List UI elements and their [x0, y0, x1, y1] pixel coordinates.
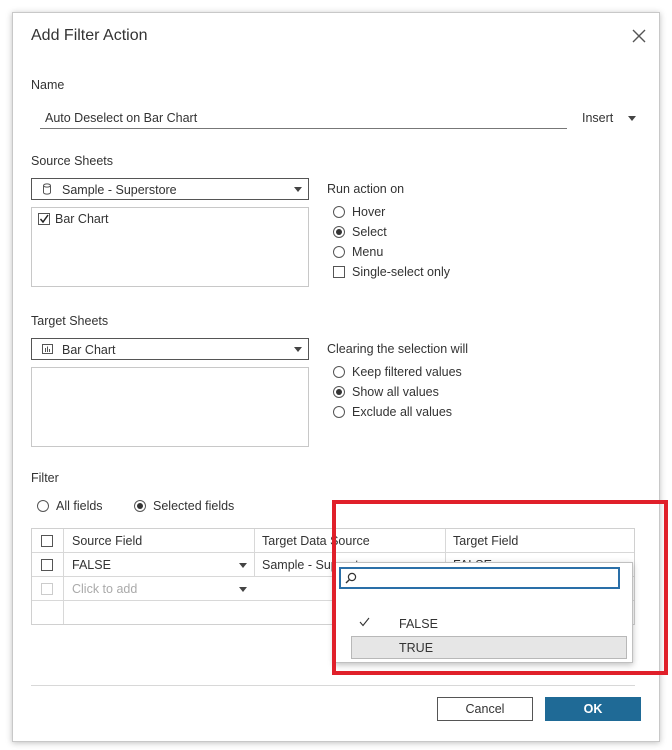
- checkmark-icon: [39, 214, 49, 224]
- all-fields-radio[interactable]: [37, 500, 49, 512]
- insert-chevron-down-icon[interactable]: [628, 116, 636, 121]
- row-checkbox[interactable]: [41, 559, 53, 571]
- source-sheets-label: Source Sheets: [31, 154, 113, 168]
- run-menu-label: Menu: [352, 245, 384, 259]
- show-all-label: Show all values: [352, 385, 439, 399]
- row-source-field[interactable]: FALSE: [72, 558, 111, 572]
- run-hover-label: Hover: [352, 205, 386, 219]
- insert-button[interactable]: Insert: [582, 111, 613, 125]
- single-select-checkbox[interactable]: [333, 266, 345, 278]
- chevron-down-icon[interactable]: [239, 563, 247, 568]
- source-datasource-value: Sample - Superstore: [62, 183, 177, 197]
- chevron-down-icon: [294, 347, 302, 352]
- cancel-button[interactable]: Cancel: [437, 697, 533, 721]
- name-input-underline: [40, 128, 567, 129]
- sheet-checkbox-bar-chart[interactable]: [38, 213, 50, 225]
- database-icon: [42, 183, 52, 195]
- run-select-radio[interactable]: [333, 226, 345, 238]
- chevron-down-icon[interactable]: [239, 587, 247, 592]
- selected-fields-label: Selected fields: [153, 499, 235, 513]
- exclude-all-label: Exclude all values: [352, 405, 453, 419]
- target-sheet-value: Bar Chart: [62, 343, 116, 357]
- close-icon[interactable]: [632, 29, 646, 43]
- run-select-label: Select: [352, 225, 387, 239]
- sheet-label-bar-chart: Bar Chart: [55, 212, 109, 226]
- select-all-checkbox[interactable]: [41, 535, 53, 547]
- run-hover-radio[interactable]: [333, 206, 345, 218]
- run-action-on-label: Run action on: [327, 182, 405, 196]
- source-sheets-list: Bar Chart: [31, 207, 309, 287]
- dialog-title: Add Filter Action: [31, 27, 148, 44]
- name-input[interactable]: Auto Deselect on Bar Chart: [45, 111, 197, 125]
- source-datasource-select[interactable]: Sample - Superstore: [31, 178, 309, 200]
- target-sheets-label: Target Sheets: [31, 314, 109, 328]
- column-header-source-field[interactable]: Source Field: [72, 534, 142, 548]
- exclude-all-radio[interactable]: [333, 406, 345, 418]
- highlight-annotation-box: [332, 500, 668, 675]
- target-sheets-list: [31, 367, 309, 447]
- chevron-down-icon: [294, 187, 302, 192]
- keep-filtered-label: Keep filtered values: [352, 365, 462, 379]
- table-divider: [63, 529, 64, 624]
- new-row-checkbox: [41, 583, 53, 595]
- add-source-field[interactable]: Click to add: [72, 582, 137, 596]
- filter-label: Filter: [31, 471, 59, 485]
- table-divider: [254, 529, 255, 577]
- single-select-label: Single-select only: [352, 265, 450, 279]
- all-fields-label: All fields: [56, 499, 103, 513]
- target-sheet-select[interactable]: Bar Chart: [31, 338, 309, 360]
- name-label: Name: [31, 78, 65, 92]
- clearing-selection-label: Clearing the selection will: [327, 342, 469, 356]
- ok-button[interactable]: OK: [545, 697, 641, 721]
- selected-fields-radio[interactable]: [134, 500, 146, 512]
- show-all-radio[interactable]: [333, 386, 345, 398]
- run-menu-radio[interactable]: [333, 246, 345, 258]
- keep-filtered-radio[interactable]: [333, 366, 345, 378]
- bar-chart-icon: [42, 344, 53, 354]
- footer-divider: [31, 685, 635, 686]
